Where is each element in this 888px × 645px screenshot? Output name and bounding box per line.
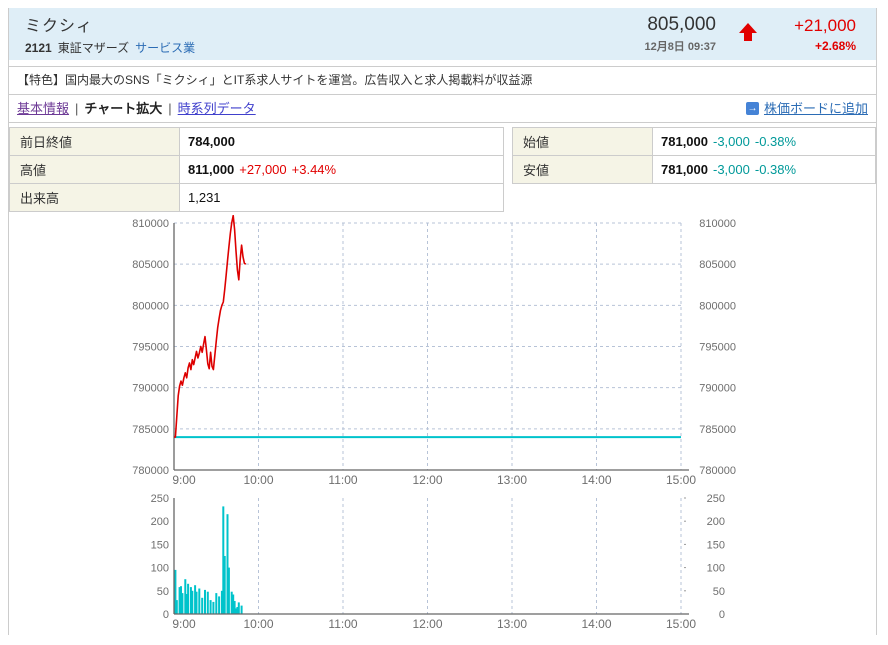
- svg-text:250: 250: [151, 493, 169, 505]
- svg-text:9:00: 9:00: [172, 473, 196, 487]
- svg-text:13:00: 13:00: [497, 617, 527, 631]
- row-value: 781,000-3,000-0.38%: [653, 156, 876, 184]
- price-change: +21,000: [776, 16, 856, 36]
- svg-text:790000: 790000: [132, 383, 169, 395]
- stock-detail-panel: ミクシィ 2121 東証マザーズサービス業 805,000 12月8日 09:37…: [8, 8, 877, 635]
- tab-separator: |: [75, 101, 78, 116]
- company-feature-text: 【特色】国内最大のSNS「ミクシィ」とIT系求人サイトを運営。広告収入と求人掲載…: [9, 66, 876, 95]
- current-price: 805,000: [644, 14, 716, 36]
- svg-text:250: 250: [707, 493, 725, 505]
- row-label: 始値: [513, 128, 653, 156]
- tab-separator: |: [168, 101, 171, 116]
- svg-text:810000: 810000: [132, 218, 169, 230]
- intraday-chart: 780000 780000 785000 785000 790000 790000 7950…: [9, 215, 876, 635]
- svg-text:795000: 795000: [132, 342, 169, 354]
- price-change-percent: +2.68%: [776, 39, 856, 53]
- svg-text:12:00: 12:00: [412, 473, 442, 487]
- svg-text:200: 200: [707, 516, 725, 528]
- svg-text:50: 50: [713, 586, 725, 598]
- row-value: 784,000: [180, 128, 504, 156]
- stock-header: ミクシィ 2121 東証マザーズサービス業 805,000 12月8日 09:37…: [9, 8, 876, 60]
- row-label: 出来高: [10, 184, 180, 212]
- svg-text:9:00: 9:00: [172, 617, 196, 631]
- svg-text:785000: 785000: [699, 424, 736, 436]
- svg-text:780000: 780000: [699, 465, 736, 477]
- add-board-arrow-icon: →: [746, 102, 759, 115]
- row-label: 前日終値: [10, 128, 180, 156]
- svg-text:150: 150: [707, 539, 725, 551]
- add-to-board[interactable]: → 株価ボードに追加: [746, 95, 868, 122]
- svg-text:12:00: 12:00: [412, 617, 442, 631]
- svg-text:810000: 810000: [699, 218, 736, 230]
- svg-text:150: 150: [151, 539, 169, 551]
- svg-text:800000: 800000: [132, 300, 169, 312]
- svg-text:785000: 785000: [132, 424, 169, 436]
- svg-text:0: 0: [719, 609, 725, 621]
- svg-text:14:00: 14:00: [581, 617, 611, 631]
- svg-text:50: 50: [157, 586, 169, 598]
- up-arrow-icon: [738, 22, 758, 47]
- tabs-row: 基本情報 | チャート拡大 | 時系列データ → 株価ボードに追加: [9, 95, 876, 123]
- svg-text:805000: 805000: [132, 259, 169, 271]
- stock-code: 2121: [25, 41, 52, 55]
- svg-text:15:00: 15:00: [666, 473, 696, 487]
- quote-table-right: 始値 781,000-3,000-0.38% 安値 781,000-3,000-…: [512, 127, 876, 184]
- svg-text:11:00: 11:00: [328, 617, 357, 631]
- row-value: 811,000+27,000+3.44%: [180, 156, 504, 184]
- svg-text:790000: 790000: [699, 383, 736, 395]
- table-row-open: 始値 781,000-3,000-0.38%: [513, 128, 876, 156]
- price-volume-chart-svg: 780000 780000 785000 785000 790000 790000 7950…: [9, 215, 876, 635]
- tab-chart-enlarge-current: チャート拡大: [84, 101, 162, 116]
- svg-text:10:00: 10:00: [243, 473, 273, 487]
- stock-meta: 2121 東証マザーズサービス業: [25, 39, 195, 56]
- svg-text:15:00: 15:00: [666, 617, 696, 631]
- stock-identity: ミクシィ 2121 東証マザーズサービス業: [25, 12, 195, 56]
- svg-text:780000: 780000: [132, 465, 169, 477]
- svg-text:795000: 795000: [699, 342, 736, 354]
- svg-text:0: 0: [163, 609, 169, 621]
- tab-basic-info[interactable]: 基本情報: [17, 101, 69, 116]
- quote-datetime: 12月8日 09:37: [644, 38, 716, 54]
- row-value: 1,231: [180, 184, 504, 212]
- quote-table-left: 前日終値 784,000 高値 811,000+27,000+3.44% 出来高…: [9, 127, 504, 212]
- table-row-low: 安値 781,000-3,000-0.38%: [513, 156, 876, 184]
- stock-name: ミクシィ: [25, 12, 195, 36]
- svg-text:100: 100: [151, 563, 169, 575]
- table-row-prev-close: 前日終値 784,000: [10, 128, 504, 156]
- quote-summary: 805,000 12月8日 09:37 +21,000 +2.68%: [644, 14, 856, 54]
- add-board-link[interactable]: 株価ボードに追加: [764, 95, 868, 122]
- quote-tables: 前日終値 784,000 高値 811,000+27,000+3.44% 出来高…: [9, 127, 876, 212]
- table-row-volume: 出来高 1,231: [10, 184, 504, 212]
- tab-time-series[interactable]: 時系列データ: [178, 101, 256, 116]
- row-value: 781,000-3,000-0.38%: [653, 128, 876, 156]
- svg-text:11:00: 11:00: [328, 473, 357, 487]
- svg-text:100: 100: [707, 563, 725, 575]
- svg-text:805000: 805000: [699, 259, 736, 271]
- svg-text:13:00: 13:00: [497, 473, 527, 487]
- row-label: 高値: [10, 156, 180, 184]
- price-block: 805,000 12月8日 09:37: [644, 14, 716, 54]
- svg-text:200: 200: [151, 516, 169, 528]
- stock-market: 東証マザーズ: [58, 41, 129, 55]
- svg-text:10:00: 10:00: [243, 617, 273, 631]
- svg-text:14:00: 14:00: [581, 473, 611, 487]
- change-block: +21,000 +2.68%: [776, 16, 856, 53]
- row-label: 安値: [513, 156, 653, 184]
- sector-link[interactable]: サービス業: [135, 41, 195, 55]
- view-tabs: 基本情報 | チャート拡大 | 時系列データ: [17, 95, 256, 122]
- svg-text:800000: 800000: [699, 300, 736, 312]
- table-row-high: 高値 811,000+27,000+3.44%: [10, 156, 504, 184]
